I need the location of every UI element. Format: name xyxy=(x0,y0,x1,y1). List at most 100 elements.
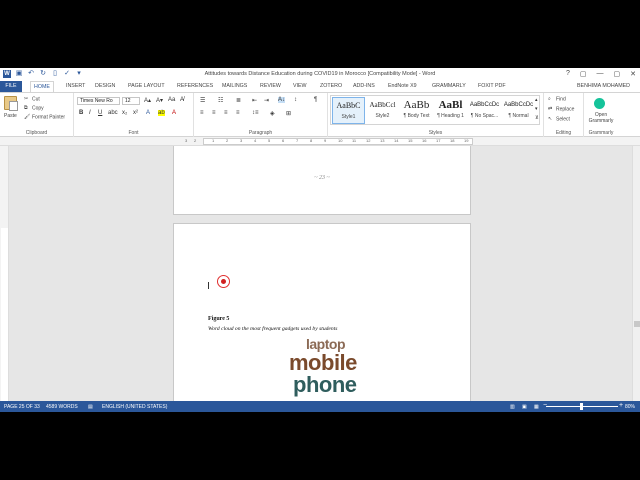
help-icon[interactable]: ? xyxy=(566,70,570,78)
page-previous[interactable]: ~ 23 ~ xyxy=(173,146,471,215)
replace-button[interactable]: ⇄ Replace xyxy=(548,106,574,112)
clipboard-group: Paste ✂ Cut ⧉ Copy 🖌 Format Painter Clipboa… xyxy=(0,93,74,137)
vertical-ruler[interactable] xyxy=(0,146,9,402)
font-size-select[interactable]: 12 xyxy=(122,97,140,105)
scrollbar-thumb[interactable] xyxy=(634,321,640,327)
multilevel-list-icon[interactable]: ≣ xyxy=(236,97,241,104)
status-bar: PAGE 25 OF 33 4589 WORDS ▤ ENGLISH (UNIT… xyxy=(0,401,640,412)
tab-review[interactable]: REVIEW xyxy=(260,83,281,89)
horizontal-ruler[interactable]: 3 2 1 2 3 4 5 6 7 8 9 10 11 12 13 14 15 … xyxy=(0,137,640,146)
shrink-font-icon[interactable]: A▾ xyxy=(156,97,163,104)
document-title: Attitudes towards Distance Education dur… xyxy=(204,71,436,77)
tab-endnote[interactable]: EndNote X9 xyxy=(388,83,417,89)
tab-zotero[interactable]: ZOTERO xyxy=(320,83,342,89)
bold-icon[interactable]: B xyxy=(79,110,83,116)
user-account[interactable]: BENHIMA MOHAMED xyxy=(577,83,630,89)
close-icon[interactable]: ✕ xyxy=(630,70,636,78)
tab-view[interactable]: VIEW xyxy=(293,83,307,89)
align-left-icon[interactable]: ≡ xyxy=(200,110,204,116)
paragraph-group-label: Paragraph xyxy=(248,130,273,136)
borders-icon[interactable]: ⊞ xyxy=(286,110,291,117)
web-layout-icon[interactable]: ▦ xyxy=(534,404,539,410)
ribbon: Paste ✂ Cut ⧉ Copy 🖌 Format Painter Clipboa… xyxy=(0,92,640,137)
scissors-icon: ✂ xyxy=(24,96,29,102)
copy-icon: ⧉ xyxy=(24,105,28,111)
paragraph-group: ☰ ☷ ≣ ⇤ ⇥ A↓ ↕ ¶ ≡ ≡ ≡ ≡ ↕≡ ◈ ⊞ Paragrap… xyxy=(194,93,328,137)
align-right-icon[interactable]: ≡ xyxy=(224,110,228,116)
copy-button[interactable]: ⧉ Copy xyxy=(24,105,44,111)
ruler-number: 4 xyxy=(254,138,257,143)
decrease-indent-icon[interactable]: ⇤ xyxy=(252,97,257,104)
ruler-number: 3 xyxy=(185,138,188,143)
grammarly-group-label: Grammarly xyxy=(588,130,614,136)
clear-formatting-icon[interactable]: A̸ xyxy=(180,97,184,103)
page-current[interactable]: Figure 5 Word cloud on the most frequent… xyxy=(173,223,471,402)
sort-az-icon[interactable]: ↕ xyxy=(294,97,297,103)
language-status[interactable]: ENGLISH (UNITED STATES) xyxy=(102,404,167,410)
shading-icon[interactable]: ◈ xyxy=(270,110,275,117)
ruler-number: 16 xyxy=(422,138,427,143)
justify-icon[interactable]: ≡ xyxy=(236,110,240,116)
sort-icon[interactable]: A↓ xyxy=(278,97,286,103)
open-grammarly-button[interactable]: Open Grammarly xyxy=(588,112,614,124)
cut-button[interactable]: ✂ Cut xyxy=(24,96,40,102)
superscript-icon[interactable]: x² xyxy=(133,110,138,116)
editing-group: ⌕ Find ⇄ Replace ↖ Select Editing xyxy=(544,93,584,137)
show-marks-icon[interactable]: ¶ xyxy=(314,97,317,103)
minimize-icon[interactable]: — xyxy=(597,70,604,78)
numbering-icon[interactable]: ☷ xyxy=(218,97,223,104)
ruler-number: 12 xyxy=(366,138,371,143)
proofing-icon[interactable]: ▤ xyxy=(88,404,93,410)
grow-font-icon[interactable]: A▴ xyxy=(144,97,151,104)
tab-page-layout[interactable]: PAGE LAYOUT xyxy=(128,83,165,89)
underline-icon[interactable]: U xyxy=(98,110,102,116)
page-number-footer: ~ 23 ~ xyxy=(314,175,330,181)
vertical-scrollbar[interactable] xyxy=(632,146,640,402)
tab-foxit-pdf[interactable]: FOXIT PDF xyxy=(478,83,506,89)
tab-home[interactable]: HOME xyxy=(30,81,54,92)
font-family-select[interactable]: Times New Ro xyxy=(77,97,120,105)
increase-indent-icon[interactable]: ⇥ xyxy=(264,97,269,104)
align-center-icon[interactable]: ≡ xyxy=(212,110,216,116)
page-count-status[interactable]: PAGE 25 OF 33 xyxy=(4,404,40,410)
maximize-icon[interactable]: ▢ xyxy=(614,70,621,78)
change-case-icon[interactable]: Aa xyxy=(168,97,175,103)
tab-design[interactable]: DESIGN xyxy=(95,83,115,89)
font-color-icon[interactable]: A xyxy=(172,110,176,116)
document-canvas[interactable]: ~ 23 ~ Figure 5 Word cloud on the most f… xyxy=(9,146,632,402)
read-mode-icon[interactable]: ▥ xyxy=(510,404,515,410)
select-button[interactable]: ↖ Select xyxy=(548,116,570,122)
line-spacing-icon[interactable]: ↕≡ xyxy=(252,110,259,116)
strikethrough-icon[interactable]: abc xyxy=(108,110,118,116)
zoom-level[interactable]: 80% xyxy=(625,404,635,410)
italic-icon[interactable]: I xyxy=(89,110,91,116)
ruler-number: 6 xyxy=(282,138,285,143)
word-count-status[interactable]: 4589 WORDS xyxy=(46,404,78,410)
tab-insert[interactable]: INSERT xyxy=(66,83,85,89)
format-painter-icon: 🖌 xyxy=(24,114,31,120)
word-cloud-phone: phone xyxy=(293,372,357,397)
tab-references[interactable]: REFERENCES xyxy=(177,83,213,89)
word-cloud-image[interactable]: laptop mobile phone xyxy=(274,336,394,402)
ribbon-display-icon[interactable]: ▢ xyxy=(580,70,587,78)
print-layout-icon[interactable]: ▣ xyxy=(522,404,527,410)
paste-button[interactable]: Paste xyxy=(4,113,17,119)
subscript-icon[interactable]: x₂ xyxy=(122,110,127,116)
ruler-number: 3 xyxy=(240,138,243,143)
tab-grammarly[interactable]: GRAMMARLY xyxy=(432,83,466,89)
recording-icon[interactable] xyxy=(217,275,230,288)
ruler-number: 9 xyxy=(324,138,327,143)
zoom-slider-thumb[interactable] xyxy=(580,403,583,410)
tab-file[interactable]: FILE xyxy=(0,81,22,92)
format-painter-button[interactable]: 🖌 Format Painter xyxy=(24,114,65,120)
tab-add-ins[interactable]: ADD-INS xyxy=(353,83,375,89)
find-button[interactable]: ⌕ Find xyxy=(548,96,566,102)
tab-mailings[interactable]: MAILINGS xyxy=(222,83,247,89)
highlight-icon[interactable]: ab xyxy=(158,110,165,116)
bullets-icon[interactable]: ☰ xyxy=(200,97,205,104)
zoom-in-icon[interactable]: + xyxy=(619,402,623,409)
grammarly-icon[interactable] xyxy=(594,98,605,109)
text-effects-icon[interactable]: A xyxy=(146,110,150,116)
ruler-number: 10 xyxy=(338,138,343,143)
paste-icon[interactable] xyxy=(4,96,18,111)
